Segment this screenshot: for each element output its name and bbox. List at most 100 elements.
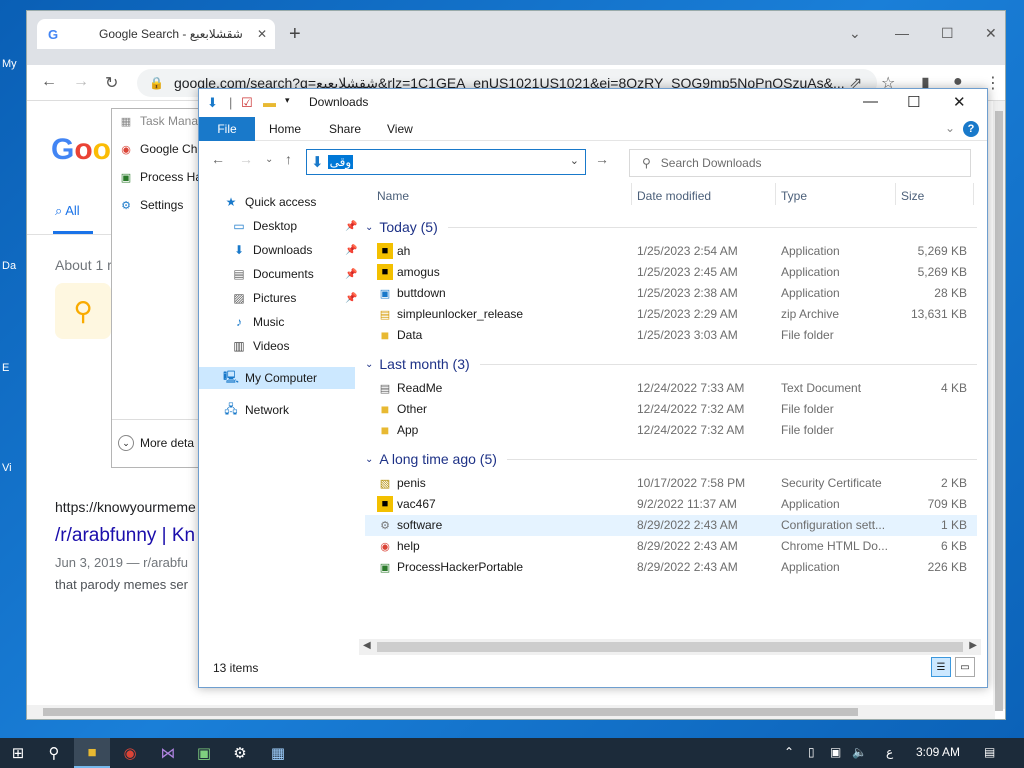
pin-icon[interactable]: 📌 [345,269,357,280]
column-header-name[interactable]: Name [377,189,409,203]
back-icon[interactable]: ← [41,73,57,91]
group-header-long-time-ago[interactable]: ⌄ A long time ago (5) [365,448,977,470]
taskbar-chrome[interactable]: ◉ [112,738,148,768]
nav-item-quick-access[interactable]: ★ Quick access [223,191,317,213]
horizontal-scrollbar[interactable] [27,705,995,719]
scroll-thumb[interactable] [995,111,1003,711]
help-button[interactable]: ? [963,121,979,137]
volume-muted-icon[interactable]: 🔈 [852,745,867,759]
taskbar-settings[interactable]: ⚙ [222,738,258,768]
nav-item-desktop[interactable]: ▭ Desktop 📌 [231,215,357,237]
scroll-right-icon[interactable]: ▶ [969,640,977,651]
nav-item-videos[interactable]: ▥ Videos [231,335,289,357]
forward-icon[interactable]: → [239,151,253,167]
large-icons-view-icon[interactable]: ▭ [955,657,975,677]
vertical-scrollbar[interactable] [993,101,1005,711]
maximize-button[interactable]: ☐ [941,25,954,42]
group-header-today[interactable]: ⌄ Today (5) [365,216,977,238]
address-input-text[interactable]: وقى [327,155,354,169]
input-language[interactable]: ع [886,745,893,759]
close-button[interactable]: ✕ [953,93,966,111]
taskbar-file-explorer[interactable]: ■ [74,738,110,768]
desktop-icon-label[interactable]: My [2,58,17,70]
file-row[interactable]: ■ Data 1/25/2023 3:03 AM File folder [365,325,977,346]
tray-app-icon[interactable]: ▯ [808,745,815,759]
file-row[interactable]: ■ Other 12/24/2022 7:32 AM File folder [365,399,977,420]
column-divider[interactable] [631,183,632,205]
file-row[interactable]: ■ ah 1/25/2023 2:54 AM Application 5,269… [365,241,977,262]
minimize-button[interactable]: — [863,93,878,110]
file-row[interactable]: ■ App 12/24/2022 7:32 AM File folder [365,420,977,441]
tab-home[interactable]: Home [269,122,301,136]
chevron-down-icon[interactable]: ▾ [285,95,290,106]
new-folder-icon[interactable]: ▬ [263,95,276,110]
column-divider[interactable] [973,183,974,205]
search-button[interactable]: ⚲ [36,738,72,768]
scroll-thumb[interactable] [43,708,858,716]
nav-item-network[interactable]: 🖧 Network [223,399,289,421]
more-details-button[interactable]: ⌄ More deta [118,433,194,453]
properties-icon[interactable]: ☑ [241,95,253,111]
search-tab-all[interactable]: ⌕ All [55,203,80,219]
close-button[interactable]: ✕ [985,25,997,42]
group-header-last-month[interactable]: ⌄ Last month (3) [365,353,977,375]
taskbar-process-hacker[interactable]: ▣ [186,738,222,768]
recent-locations-icon[interactable]: ⌄ [265,154,273,165]
taskbar-visual-studio[interactable]: ⋈ [150,738,186,768]
back-icon[interactable]: ← [211,151,225,167]
tray-app-icon[interactable]: ▣ [830,745,841,759]
file-row[interactable]: ▧ penis 10/17/2022 7:58 PM Security Cert… [365,473,977,494]
up-icon[interactable]: ↑ [285,151,292,167]
notifications-icon[interactable]: ▤ [984,745,995,759]
reload-icon[interactable]: ↻ [105,73,118,93]
chevron-down-icon[interactable]: ⌄ [945,121,955,135]
search-suggestion-card[interactable]: ⚲ [55,283,111,339]
new-tab-button[interactable]: + [289,23,301,46]
file-row[interactable]: ■ amogus 1/25/2023 2:45 AM Application 5… [365,262,977,283]
tab-file[interactable]: File [199,117,255,141]
nav-item-downloads[interactable]: ⬇ Downloads 📌 [231,239,357,261]
tab-view[interactable]: View [387,122,413,136]
popup-item-process-hacker[interactable]: ▣ Process Ha [118,167,202,187]
lock-icon[interactable]: 🔒 [149,76,164,90]
file-row[interactable]: ▤ simpleunlocker_release 1/25/2023 2:29 … [365,304,977,325]
tab-share[interactable]: Share [329,122,361,136]
result-title[interactable]: /r/arabfunny | Kn [55,525,195,547]
result-url[interactable]: https://knowyourmeme [55,499,196,515]
file-row[interactable]: ▣ buttdown 1/25/2023 2:38 AM Application… [365,283,977,304]
clock[interactable]: 3:09 AM [916,745,960,759]
maximize-button[interactable]: ☐ [907,93,920,111]
taskbar-task-manager[interactable]: ▦ [260,738,296,768]
forward-icon[interactable]: → [73,73,89,91]
file-row[interactable]: ▤ ReadMe 12/24/2022 7:33 AM Text Documen… [365,378,977,399]
column-header-type[interactable]: Type [781,189,807,203]
file-row[interactable]: ▣ ProcessHackerPortable 8/29/2022 2:43 A… [365,557,977,578]
file-row[interactable]: ◉ help 8/29/2022 2:43 AM Chrome HTML Do.… [365,536,977,557]
tab-search-icon[interactable]: ⌄ [849,25,861,42]
pin-icon[interactable]: 📌 [345,245,357,256]
start-button[interactable]: ⊞ [0,738,36,768]
scroll-thumb[interactable] [377,642,963,652]
nav-item-documents[interactable]: ▤ Documents 📌 [231,263,357,285]
nav-item-my-computer[interactable]: 🖳 My Computer [199,367,355,389]
address-bar[interactable]: ⬇ وقى ⌄ [306,149,586,175]
popup-item-settings[interactable]: ⚙ Settings [118,195,183,215]
nav-item-music[interactable]: ♪ Music [231,311,284,333]
chevron-down-icon[interactable]: ⌄ [570,154,579,167]
desktop-icon-label[interactable]: Da [2,260,16,272]
close-tab-icon[interactable]: ✕ [257,27,267,41]
minimize-button[interactable]: — [895,25,909,41]
go-icon[interactable]: → [595,151,609,167]
column-divider[interactable] [775,183,776,205]
column-header-date[interactable]: Date modified [637,189,711,203]
horizontal-scrollbar[interactable]: ◀ ▶ [359,639,981,655]
desktop-icon-label[interactable]: Vi [2,462,12,474]
scroll-left-icon[interactable]: ◀ [363,640,371,651]
chrome-tab[interactable]: G Google Search - شقشلابعبع ✕ [37,19,275,49]
show-hidden-icons[interactable]: ⌃ [784,745,794,759]
column-divider[interactable] [895,183,896,205]
popup-item-chrome[interactable]: ◉ Google Ch [118,139,197,159]
search-input[interactable]: ⚲ Search Downloads [629,149,971,177]
nav-item-pictures[interactable]: ▨ Pictures 📌 [231,287,357,309]
desktop-icon-label[interactable]: E [2,362,9,374]
